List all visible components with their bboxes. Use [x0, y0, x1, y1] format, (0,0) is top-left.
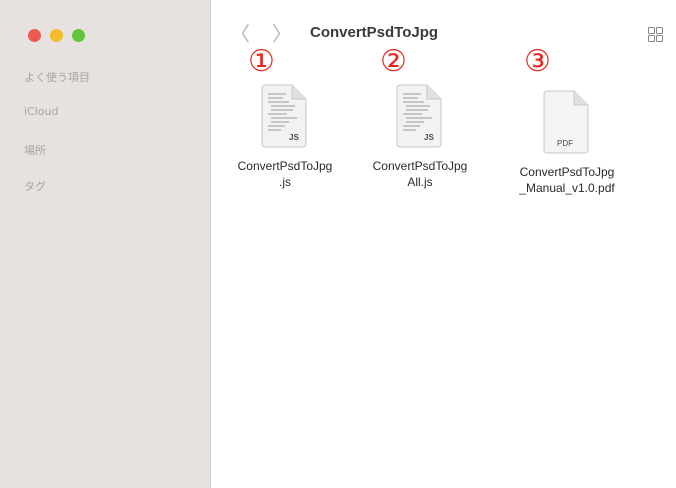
chevron-right-icon[interactable]: 〉 [272, 22, 292, 46]
minimize-button[interactable] [50, 29, 63, 42]
file-badge: JS [424, 133, 434, 142]
window-controls [28, 29, 85, 42]
annotation-marker-2: ② [380, 44, 407, 79]
file-name: ConvertPsdToJpg _Manual_v1.0.pdf [519, 165, 615, 195]
file-name: ConvertPsdToJpg All.js [372, 159, 468, 189]
sidebar-item-favorites[interactable]: よく使う項目 [24, 69, 90, 85]
file-item[interactable]: PDF ConvertPsdToJpg _Manual_v1.0.pdf [507, 90, 627, 196]
js-document-icon: JS [396, 84, 442, 148]
sidebar: よく使う項目 iCloud 場所 タグ [0, 0, 211, 488]
finder-window: よく使う項目 iCloud 場所 タグ 〈 〉 ConvertPsdToJpg … [0, 0, 676, 488]
file-item[interactable]: JS ConvertPsdToJpg All.js [360, 84, 480, 190]
zoom-button[interactable] [72, 29, 85, 42]
window-title: ConvertPsdToJpg [310, 24, 439, 41]
annotation-marker-1: ① [248, 44, 275, 79]
file-badge: JS [289, 133, 299, 142]
grid-view-icon[interactable] [648, 27, 663, 42]
sidebar-item-tags[interactable]: タグ [24, 178, 46, 194]
file-item[interactable]: JS ConvertPsdToJpg .js [225, 84, 345, 190]
close-button[interactable] [28, 29, 41, 42]
chevron-left-icon[interactable]: 〈 [230, 22, 250, 46]
file-name: ConvertPsdToJpg .js [237, 159, 333, 189]
annotation-marker-3: ③ [524, 44, 551, 79]
js-document-icon: JS [261, 84, 307, 148]
sidebar-item-locations[interactable]: 場所 [24, 142, 46, 158]
file-badge: PDF [557, 139, 573, 148]
pdf-document-icon: PDF [543, 90, 589, 154]
sidebar-item-icloud[interactable]: iCloud [24, 105, 58, 118]
navigation-buttons: 〈 〉 [230, 22, 292, 46]
